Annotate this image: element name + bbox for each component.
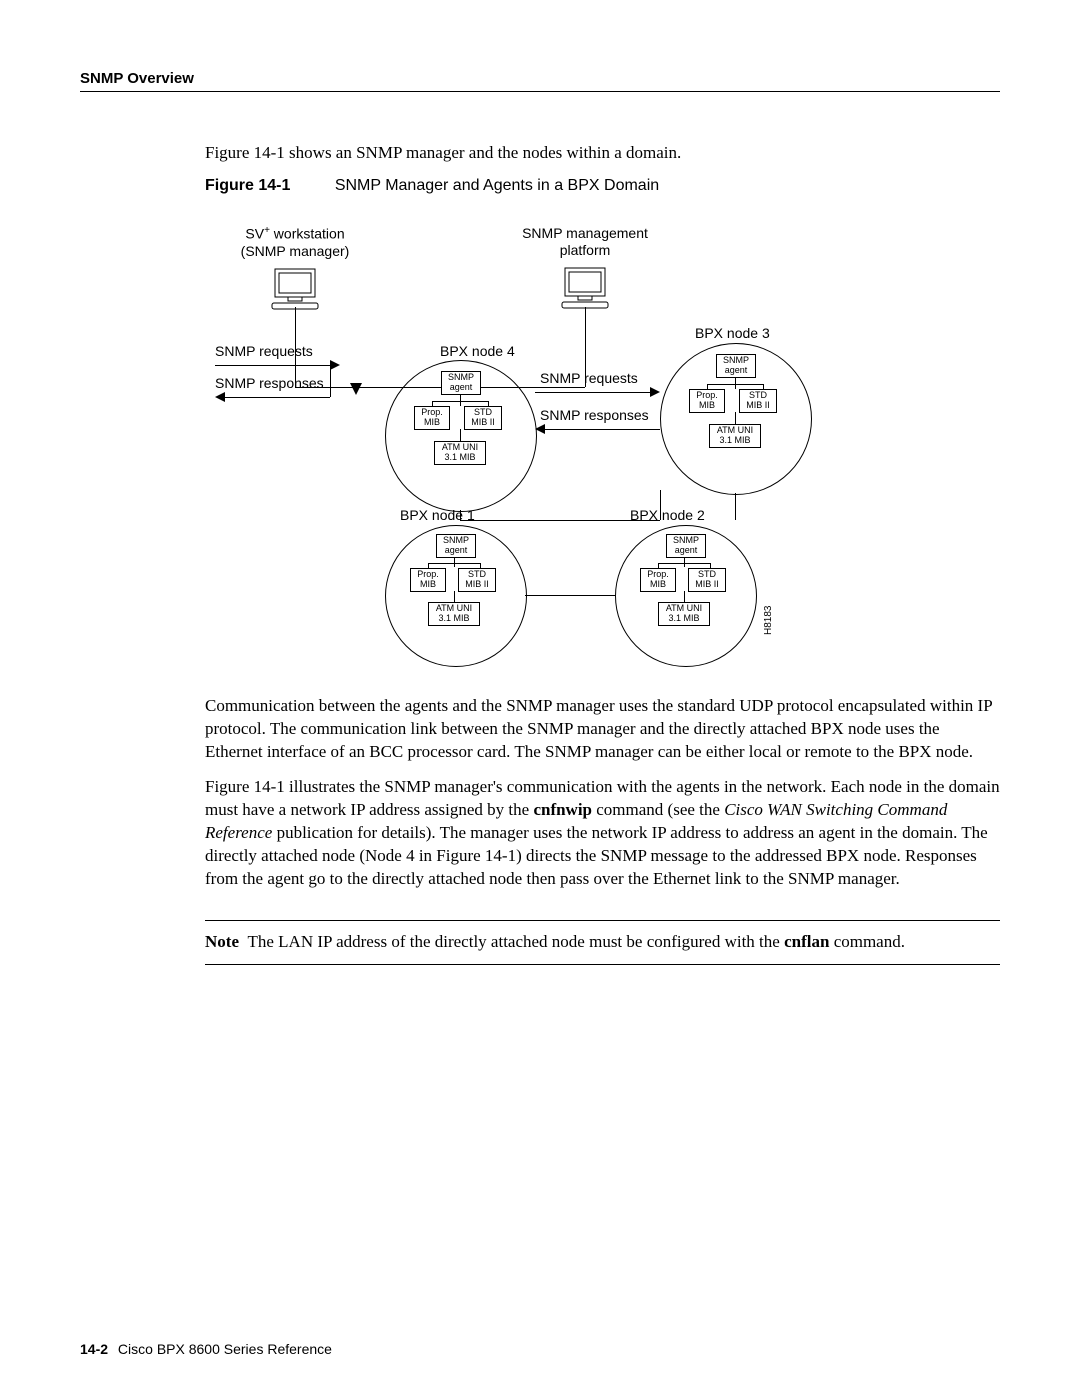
bpx-node-1: SNMPagent Prop.MIB STDMIB II ATM UNI3.1 …	[385, 525, 527, 667]
page-header: SNMP Overview	[80, 70, 1000, 92]
page-number: 14-2	[80, 1341, 108, 1357]
snmp-agent-box: SNMPagent	[441, 371, 481, 395]
cnfnwip-command: cnfnwip	[533, 800, 592, 819]
figure-caption: Figure 14-1 SNMP Manager and Agents in a…	[205, 177, 1000, 195]
main-content: Figure 14-1 shows an SNMP manager and th…	[205, 142, 1000, 965]
node1-label: BPX node 1	[400, 507, 475, 523]
snmp-agent-box: SNMPagent	[716, 354, 756, 378]
prop-mib-box: Prop.MIB	[640, 568, 676, 592]
prop-mib-box: Prop.MIB	[689, 389, 725, 413]
snmp-requests-label-left: SNMP requests	[215, 343, 313, 359]
node4-label: BPX node 4	[440, 343, 515, 359]
connector-line	[525, 595, 615, 596]
snmp-agent-box: SNMPagent	[436, 534, 476, 558]
arrow-left-icon	[535, 424, 545, 434]
node2-label: BPX node 2	[630, 507, 705, 523]
figure-number: Figure 14-1	[205, 177, 290, 194]
prop-mib-box: Prop.MIB	[410, 568, 446, 592]
atm-mib-box: ATM UNI3.1 MIB	[434, 441, 486, 465]
intro-text: Figure 14-1 shows an SNMP manager and th…	[205, 142, 1000, 165]
std-mib-box: STDMIB II	[464, 406, 502, 430]
monitor-icon	[270, 267, 320, 312]
figure-diagram: SV+ workstation (SNMP manager) SNMP mana…	[215, 225, 855, 665]
arrow-right-icon	[650, 387, 660, 397]
page-footer: 14-2 Cisco BPX 8600 Series Reference	[80, 1341, 332, 1357]
bpx-node-2: SNMPagent Prop.MIB STDMIB II ATM UNI3.1 …	[615, 525, 757, 667]
arrow-line	[225, 397, 330, 398]
arrow-line	[535, 392, 650, 393]
workstation-platform: SNMP management platform	[495, 225, 675, 311]
std-mib-box: STDMIB II	[688, 568, 726, 592]
bpx-node-3: SNMPagent Prop.MIB STDMIB II ATM UNI3.1 …	[660, 343, 812, 495]
page: SNMP Overview Figure 14-1 shows an SNMP …	[0, 0, 1080, 1397]
std-mib-box: STDMIB II	[739, 389, 777, 413]
paragraph-1: Communication between the agents and the…	[205, 695, 1000, 764]
workstation-sv: SV+ workstation (SNMP manager)	[215, 225, 375, 312]
arrow-right-icon	[330, 360, 340, 370]
arrow-down-icon	[350, 380, 362, 400]
note-label: Note	[205, 932, 239, 951]
atm-mib-box: ATM UNI3.1 MIB	[658, 602, 710, 626]
cnflan-command: cnflan	[784, 932, 829, 951]
book-title: Cisco BPX 8600 Series Reference	[118, 1341, 332, 1357]
figure-title: SNMP Manager and Agents in a BPX Domain	[335, 177, 659, 194]
note-block: Note The LAN IP address of the directly …	[205, 920, 1000, 965]
arrow-line	[215, 365, 330, 366]
std-mib-box: STDMIB II	[458, 568, 496, 592]
atm-mib-box: ATM UNI3.1 MIB	[428, 602, 480, 626]
snmp-responses-label-left: SNMP responses	[215, 375, 324, 391]
arrow-line	[545, 429, 660, 430]
snmp-responses-label-mid: SNMP responses	[540, 407, 649, 423]
snmp-requests-label-mid: SNMP requests	[540, 370, 638, 386]
workstation-sv-label: SV+ workstation (SNMP manager)	[215, 225, 375, 261]
header-title: SNMP Overview	[80, 70, 194, 87]
bpx-node-4: SNMPagent Prop.MIB STDMIB II ATM UNI3.1 …	[385, 360, 537, 512]
connector-line	[330, 365, 331, 397]
figure-ref-id: H8183	[763, 605, 774, 634]
paragraph-2: Figure 14-1 illustrates the SNMP manager…	[205, 776, 1000, 891]
connector-line	[735, 493, 736, 520]
workstation-platform-label: SNMP management platform	[495, 225, 675, 260]
arrow-left-icon	[215, 392, 225, 402]
snmp-agent-box: SNMPagent	[666, 534, 706, 558]
atm-mib-box: ATM UNI3.1 MIB	[709, 424, 761, 448]
monitor-icon	[560, 266, 610, 311]
prop-mib-box: Prop.MIB	[414, 406, 450, 430]
node3-label: BPX node 3	[695, 325, 770, 341]
